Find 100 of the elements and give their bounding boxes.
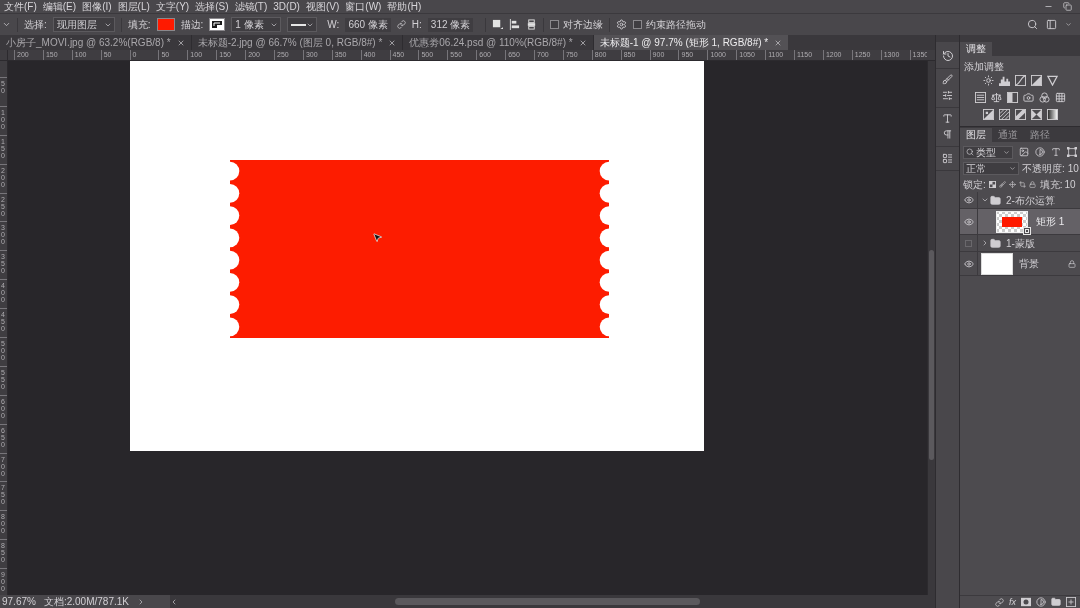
opacity-value[interactable]: 10 — [1067, 160, 1079, 176]
diagonal-band-icon[interactable] — [1014, 109, 1026, 120]
stroke-width-dropdown[interactable]: 1 像素 — [231, 17, 282, 32]
panel-icon[interactable] — [1046, 19, 1057, 30]
line-style-dropdown[interactable] — [287, 17, 318, 32]
zoom-level: 97.67% — [2, 595, 36, 608]
mask-icon[interactable] — [1021, 597, 1031, 607]
gradient-icon[interactable] — [1046, 109, 1058, 120]
stack-icon[interactable] — [526, 19, 538, 30]
link-icon[interactable] — [995, 597, 1004, 607]
square-icon[interactable] — [492, 19, 504, 30]
panel-tab[interactable]: 通道 — [992, 128, 1024, 142]
scrollbar-thumb[interactable] — [929, 250, 934, 460]
brush-icon[interactable] — [998, 180, 1006, 188]
folder-icon[interactable] — [1051, 597, 1061, 607]
layer-row[interactable]: 2-布尔运算 — [960, 192, 1080, 209]
half-square-icon[interactable] — [1006, 92, 1018, 103]
menu-item[interactable]: 窗口(W) — [342, 0, 385, 13]
bars-square-icon[interactable] — [974, 92, 986, 103]
restore-icon[interactable] — [1063, 2, 1072, 11]
caret-icon[interactable] — [2, 20, 11, 29]
fill-value[interactable]: 10 — [1064, 176, 1076, 192]
contrast-icon[interactable] — [1036, 597, 1046, 607]
height-field[interactable]: 312 像素 — [427, 17, 474, 32]
eye-icon[interactable] — [963, 216, 974, 227]
triangle-icon[interactable] — [1046, 75, 1058, 86]
folder-icon — [990, 237, 1001, 249]
lock-icon[interactable] — [1028, 180, 1036, 188]
image-icon[interactable] — [1019, 147, 1029, 157]
sun-icon[interactable] — [982, 75, 994, 86]
menu-item[interactable]: 选择(S) — [192, 0, 232, 13]
checkbox-label[interactable]: 约束路径拖动 — [646, 17, 707, 32]
new-layer-icon[interactable] — [1066, 597, 1076, 607]
brush-icon[interactable] — [942, 74, 953, 85]
caret-icon[interactable] — [981, 196, 989, 204]
menu-item[interactable]: 图像(I) — [79, 0, 115, 13]
close-icon[interactable] — [388, 38, 397, 47]
panel-tab[interactable]: 路径 — [1024, 128, 1056, 142]
search-icon — [966, 148, 974, 156]
crop-icon[interactable] — [1018, 180, 1026, 188]
scales-icon[interactable] — [990, 92, 1002, 103]
stroke-swatch[interactable] — [209, 18, 226, 31]
menu-item[interactable]: 图层(L) — [114, 0, 153, 13]
layer-row[interactable]: 1-蒙版 — [960, 235, 1080, 252]
menu-item[interactable]: 滤镜(T) — [231, 0, 271, 13]
width-field[interactable]: 660 像素 — [345, 17, 391, 32]
histogram-icon[interactable] — [998, 75, 1010, 86]
align-icon[interactable] — [509, 19, 521, 30]
filter-dropdown[interactable]: 类型 — [963, 145, 1013, 159]
layer-row[interactable]: 背景 — [960, 252, 1080, 276]
layer-row[interactable]: 矩形 1 — [960, 209, 1080, 235]
layer-select-dropdown[interactable]: 现用图层 — [52, 17, 115, 32]
history-icon[interactable] — [941, 50, 954, 62]
caret-icon[interactable] — [1065, 21, 1072, 28]
eye-icon[interactable] — [963, 258, 974, 269]
menu-item[interactable]: 编辑(E) — [39, 0, 80, 13]
search-icon[interactable] — [1027, 19, 1038, 30]
blend-mode-dropdown[interactable]: 正常 — [963, 161, 1019, 175]
menu-item[interactable]: 文件(F) — [1, 0, 40, 13]
stripes-icon[interactable] — [998, 109, 1010, 120]
text-icon[interactable] — [942, 113, 953, 124]
document-tab[interactable]: 未标题-1 @ 97.7% (矩形 1, RGB/8#) * — [593, 35, 789, 50]
layer-thumbnail — [996, 210, 1028, 233]
text-icon[interactable] — [1051, 147, 1061, 157]
checkbox[interactable] — [550, 20, 560, 29]
pilcrow-icon[interactable] — [942, 129, 953, 140]
eye-icon[interactable] — [963, 195, 974, 205]
height-label: H: — [411, 18, 422, 32]
menu-item[interactable]: 帮助(H) — [384, 0, 425, 13]
checkbox-label[interactable]: 对齐边缘 — [563, 17, 604, 32]
sliders-icon[interactable] — [942, 90, 953, 101]
scrollbar-thumb[interactable] — [395, 598, 700, 605]
circles-icon[interactable] — [1038, 92, 1050, 103]
curve-graph-icon[interactable] — [1014, 75, 1026, 86]
checkbox[interactable] — [633, 20, 643, 29]
caret-icon[interactable] — [981, 239, 989, 247]
camera-icon[interactable] — [1022, 92, 1034, 103]
transform-icon[interactable] — [1067, 147, 1077, 157]
link-icon[interactable] — [396, 20, 406, 29]
checker-icon[interactable] — [988, 180, 996, 188]
menu-item[interactable]: 3D(D) — [270, 0, 303, 13]
settings-icon[interactable] — [616, 19, 628, 30]
close-icon[interactable] — [578, 38, 587, 47]
list-icon[interactable] — [942, 153, 953, 164]
panel-tab[interactable]: 调整 — [960, 42, 992, 56]
menu-item[interactable]: 文字(Y) — [152, 0, 193, 13]
invert-icon[interactable] — [982, 109, 994, 120]
close-icon[interactable] — [176, 38, 185, 47]
effects-button[interactable]: fx — [1009, 596, 1016, 608]
close-icon[interactable] — [774, 38, 783, 47]
layer-name: 2-布尔运算 — [1006, 193, 1055, 208]
fill-swatch[interactable] — [156, 18, 175, 31]
move-icon[interactable] — [1008, 180, 1016, 188]
caret-left-icon[interactable] — [170, 597, 178, 606]
exposure-icon[interactable] — [1030, 75, 1042, 86]
bowtie-icon[interactable] — [1030, 109, 1042, 120]
panel-tab[interactable]: 图层 — [960, 128, 992, 142]
grid-icon[interactable] — [1054, 92, 1066, 103]
menu-item[interactable]: 视图(V) — [302, 0, 343, 13]
contrast-icon[interactable] — [1035, 147, 1045, 157]
